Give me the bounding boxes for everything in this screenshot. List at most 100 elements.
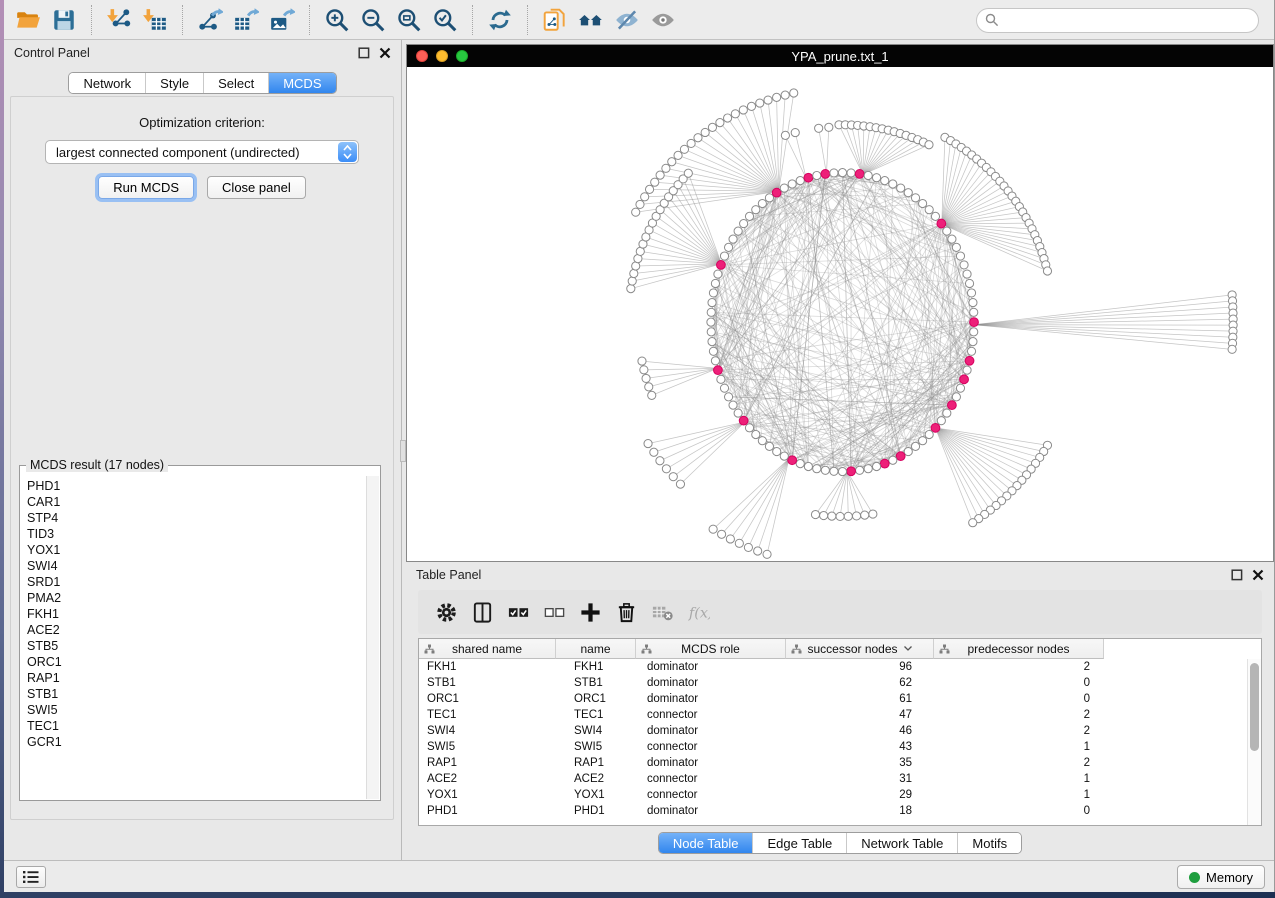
- network-node[interactable]: [729, 235, 737, 243]
- network-node[interactable]: [861, 511, 869, 519]
- network-node[interactable]: [752, 430, 760, 438]
- network-node[interactable]: [707, 308, 715, 316]
- mcds-node[interactable]: [714, 366, 723, 375]
- network-node[interactable]: [791, 128, 799, 136]
- network-node[interactable]: [897, 184, 905, 192]
- network-node[interactable]: [821, 466, 829, 474]
- network-node[interactable]: [1043, 267, 1051, 275]
- network-node[interactable]: [781, 91, 789, 99]
- network-node[interactable]: [717, 375, 725, 383]
- mcds-result-item[interactable]: PHD1: [27, 478, 366, 494]
- network-node[interactable]: [943, 409, 951, 417]
- network-node[interactable]: [919, 437, 927, 445]
- float-panel-icon[interactable]: [358, 47, 370, 59]
- network-node[interactable]: [811, 510, 819, 518]
- network-node[interactable]: [707, 328, 715, 336]
- network-node[interactable]: [756, 99, 764, 107]
- window-minimize-button[interactable]: [436, 50, 448, 62]
- mcds-node[interactable]: [880, 459, 889, 468]
- network-node[interactable]: [963, 366, 971, 374]
- network-node[interactable]: [925, 430, 933, 438]
- import-network-button[interactable]: [101, 3, 137, 37]
- table-row[interactable]: YOX1YOX1connector291: [419, 787, 1247, 803]
- network-node[interactable]: [911, 442, 919, 450]
- mcds-result-item[interactable]: ORC1: [27, 654, 366, 670]
- network-node[interactable]: [872, 174, 880, 182]
- network-node[interactable]: [640, 366, 648, 374]
- column-header-predecessor-nodes[interactable]: predecessor nodes: [934, 639, 1104, 659]
- mcds-node[interactable]: [847, 467, 856, 476]
- network-node[interactable]: [931, 212, 939, 220]
- network-node[interactable]: [707, 318, 715, 326]
- save-session-button[interactable]: [46, 3, 82, 37]
- mcds-node[interactable]: [739, 416, 748, 425]
- tab-motifs[interactable]: Motifs: [957, 833, 1021, 853]
- network-node[interactable]: [711, 279, 719, 287]
- export-image-button[interactable]: [264, 3, 300, 37]
- network-node[interactable]: [747, 102, 755, 110]
- network-node[interactable]: [731, 110, 739, 118]
- table-row[interactable]: ACE2ACE2connector311: [419, 771, 1247, 787]
- open-session-button[interactable]: [10, 3, 46, 37]
- network-node[interactable]: [632, 208, 640, 216]
- hide-selected-button[interactable]: [609, 3, 645, 37]
- network-node[interactable]: [852, 512, 860, 520]
- zoom-fit-button[interactable]: [391, 3, 427, 37]
- table-scrollbar[interactable]: [1247, 659, 1261, 825]
- network-node[interactable]: [650, 448, 658, 456]
- mcds-result-item[interactable]: STP4: [27, 510, 366, 526]
- network-node[interactable]: [969, 338, 977, 346]
- mcds-result-item[interactable]: GCR1: [27, 734, 366, 750]
- network-node[interactable]: [740, 219, 748, 227]
- network-node[interactable]: [889, 180, 897, 188]
- mcds-node[interactable]: [965, 356, 974, 365]
- network-node[interactable]: [734, 409, 742, 417]
- criterion-select[interactable]: largest connected component (undirected): [45, 140, 359, 164]
- network-node[interactable]: [656, 171, 664, 179]
- network-node[interactable]: [651, 178, 659, 186]
- network-node[interactable]: [694, 134, 702, 142]
- network-node[interactable]: [904, 447, 912, 455]
- network-node[interactable]: [919, 199, 927, 207]
- network-node[interactable]: [718, 530, 726, 538]
- network-node[interactable]: [889, 456, 897, 464]
- network-node[interactable]: [739, 106, 747, 114]
- network-node[interactable]: [754, 547, 762, 555]
- mcds-node[interactable]: [821, 170, 830, 179]
- network-node[interactable]: [956, 252, 964, 260]
- network-node[interactable]: [648, 391, 656, 399]
- network-node[interactable]: [729, 401, 737, 409]
- network-node[interactable]: [726, 535, 734, 543]
- network-node[interactable]: [911, 194, 919, 202]
- tab-select[interactable]: Select: [203, 73, 268, 93]
- delete-row-button[interactable]: [608, 594, 644, 630]
- network-node[interactable]: [735, 539, 743, 547]
- network-node[interactable]: [830, 467, 838, 475]
- network-node[interactable]: [709, 525, 717, 533]
- memory-button[interactable]: Memory: [1177, 865, 1265, 889]
- network-node[interactable]: [813, 171, 821, 179]
- tab-node-table[interactable]: Node Table: [659, 833, 753, 853]
- network-node[interactable]: [948, 235, 956, 243]
- network-node[interactable]: [638, 357, 646, 365]
- network-node[interactable]: [1228, 345, 1236, 353]
- network-node[interactable]: [952, 393, 960, 401]
- network-node[interactable]: [956, 384, 964, 392]
- network-node[interactable]: [723, 114, 731, 122]
- network-node[interactable]: [838, 468, 846, 476]
- network-node[interactable]: [680, 145, 688, 153]
- network-node[interactable]: [836, 512, 844, 520]
- network-node[interactable]: [804, 462, 812, 470]
- network-node[interactable]: [714, 270, 722, 278]
- table-row[interactable]: TEC1TEC1connector472: [419, 707, 1247, 723]
- network-node[interactable]: [720, 384, 728, 392]
- import-table-button[interactable]: [137, 3, 173, 37]
- network-node[interactable]: [969, 298, 977, 306]
- add-row-button[interactable]: [572, 594, 608, 630]
- mcds-node[interactable]: [896, 452, 905, 461]
- network-node[interactable]: [734, 227, 742, 235]
- tab-network[interactable]: Network: [69, 73, 145, 93]
- network-node[interactable]: [687, 139, 695, 147]
- mcds-result-item[interactable]: YOX1: [27, 542, 366, 558]
- network-node[interactable]: [780, 184, 788, 192]
